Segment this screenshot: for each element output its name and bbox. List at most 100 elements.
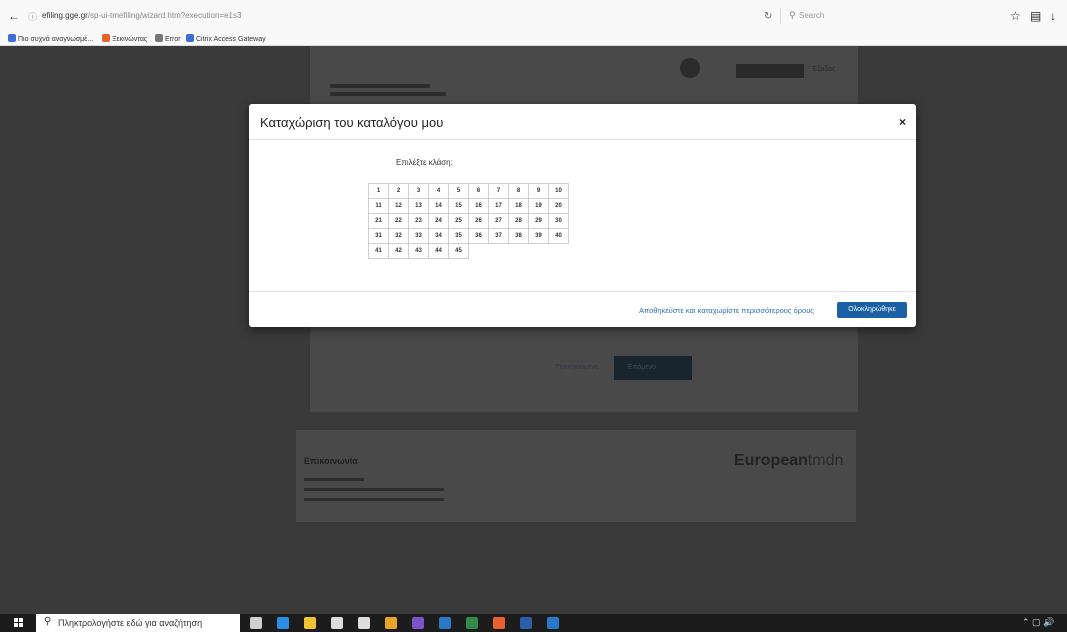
class-cell[interactable]: 29 bbox=[528, 213, 549, 229]
class-cell[interactable]: 19 bbox=[528, 198, 549, 214]
firefox-icon[interactable] bbox=[493, 617, 505, 629]
class-cell[interactable]: 33 bbox=[408, 228, 429, 244]
class-grid: 1 2 3 4 5 6 7 8 9 10 11 12 13 14 15 16 17 18 19 20 21 22 23 24 2… bbox=[368, 183, 578, 259]
class-cell[interactable]: 31 bbox=[368, 228, 389, 244]
chrome-icon[interactable] bbox=[385, 617, 397, 629]
class-cell[interactable]: 27 bbox=[488, 213, 509, 229]
outlook-icon-2[interactable] bbox=[547, 617, 559, 629]
class-cell[interactable]: 37 bbox=[488, 228, 509, 244]
bookmark-getting-started[interactable]: Ξεκινώντας bbox=[102, 34, 147, 43]
taskbar-search-field[interactable]: ⚲ Πληκτρολογήστε εδώ για αναζήτηση bbox=[36, 614, 240, 632]
class-cell[interactable]: 34 bbox=[428, 228, 449, 244]
browser-search-field[interactable]: ⚲ Search bbox=[780, 8, 996, 24]
bookmark-most-visited[interactable]: Πιο συχνά αναγνωσμέ... bbox=[8, 34, 93, 43]
header-button[interactable] bbox=[736, 64, 804, 78]
contact-title: Επικοινωνία bbox=[304, 456, 358, 466]
file-explorer-icon[interactable] bbox=[304, 617, 316, 629]
edge-icon[interactable] bbox=[277, 617, 289, 629]
system-tray-icons[interactable]: ⌃ ▢ 🔊 bbox=[1022, 617, 1054, 628]
class-cell[interactable]: 6 bbox=[468, 183, 489, 199]
word-icon[interactable] bbox=[520, 617, 532, 629]
viber-icon[interactable] bbox=[412, 617, 424, 629]
logo-light: tmdn bbox=[807, 452, 844, 469]
complete-button[interactable]: Ολοκληρώθηκε bbox=[837, 302, 907, 318]
windows-start-icon[interactable] bbox=[14, 618, 24, 628]
excel-icon[interactable] bbox=[466, 617, 478, 629]
class-cell[interactable]: 8 bbox=[508, 183, 529, 199]
class-cell[interactable]: 42 bbox=[388, 243, 409, 259]
class-cell[interactable]: 30 bbox=[548, 213, 569, 229]
url-domain: efiling.gge.gr bbox=[42, 11, 88, 20]
class-cell[interactable]: 43 bbox=[408, 243, 429, 259]
class-cell[interactable]: 45 bbox=[448, 243, 469, 259]
bookmark-label: Error bbox=[165, 36, 181, 43]
class-cell[interactable]: 25 bbox=[448, 213, 469, 229]
save-and-add-more-link[interactable]: Αποθηκεύστε και καταχωρίστε περισσότερου… bbox=[639, 306, 814, 315]
class-cell[interactable]: 44 bbox=[428, 243, 449, 259]
task-view-icon[interactable] bbox=[250, 617, 262, 629]
class-cell[interactable]: 18 bbox=[508, 198, 529, 214]
exit-link[interactable]: Έξοδος bbox=[812, 66, 836, 73]
reload-icon[interactable]: ↻ bbox=[764, 11, 772, 22]
class-cell[interactable]: 1 bbox=[368, 183, 389, 199]
class-cell[interactable]: 5 bbox=[448, 183, 469, 199]
bookmark-star-icon[interactable]: ☆ bbox=[1010, 10, 1021, 22]
store-icon[interactable] bbox=[331, 617, 343, 629]
class-cell[interactable]: 14 bbox=[428, 198, 449, 214]
library-icon[interactable]: ▤ bbox=[1030, 10, 1041, 22]
class-cell[interactable]: 10 bbox=[548, 183, 569, 199]
search-icon: ⚲ bbox=[44, 616, 52, 627]
class-cell[interactable]: 12 bbox=[388, 198, 409, 214]
class-cell[interactable]: 26 bbox=[468, 213, 489, 229]
start-pane bbox=[19, 618, 23, 622]
globe-icon bbox=[155, 34, 163, 42]
class-cell[interactable]: 4 bbox=[428, 183, 449, 199]
class-cell[interactable]: 23 bbox=[408, 213, 429, 229]
class-cell[interactable]: 24 bbox=[428, 213, 449, 229]
class-cell[interactable]: 15 bbox=[448, 198, 469, 214]
class-cell[interactable]: 9 bbox=[528, 183, 549, 199]
european-tmdn-logo: Europeantmdn bbox=[734, 452, 843, 470]
class-cell[interactable]: 38 bbox=[508, 228, 529, 244]
next-button[interactable]: Επόμενο bbox=[614, 356, 692, 380]
class-row: 31 32 33 34 35 36 37 38 39 40 bbox=[368, 228, 578, 244]
class-cell[interactable]: 7 bbox=[488, 183, 509, 199]
outlook-icon[interactable] bbox=[439, 617, 451, 629]
class-row: 11 12 13 14 15 16 17 18 19 20 bbox=[368, 198, 578, 214]
class-cell[interactable]: 13 bbox=[408, 198, 429, 214]
bookmark-label: Citrix Access Gateway bbox=[196, 36, 266, 43]
citrix-icon bbox=[186, 34, 194, 42]
bookmark-label: Ξεκινώντας bbox=[112, 36, 148, 43]
class-cell[interactable]: 41 bbox=[368, 243, 389, 259]
class-cell[interactable]: 35 bbox=[448, 228, 469, 244]
start-pane bbox=[14, 623, 18, 627]
info-icon[interactable]: ⓘ bbox=[28, 10, 37, 23]
previous-link[interactable]: Προηγούμενο bbox=[556, 364, 599, 371]
class-cell[interactable]: 36 bbox=[468, 228, 489, 244]
class-cell[interactable]: 39 bbox=[528, 228, 549, 244]
class-cell[interactable]: 16 bbox=[468, 198, 489, 214]
class-cell[interactable]: 21 bbox=[368, 213, 389, 229]
class-cell[interactable]: 3 bbox=[408, 183, 429, 199]
download-icon[interactable]: ↓ bbox=[1050, 10, 1056, 22]
class-cell[interactable]: 32 bbox=[388, 228, 409, 244]
class-cell[interactable]: 20 bbox=[548, 198, 569, 214]
close-icon[interactable]: × bbox=[899, 115, 906, 129]
class-cell[interactable]: 2 bbox=[388, 183, 409, 199]
class-cell[interactable]: 22 bbox=[388, 213, 409, 229]
browser-search-placeholder: Search bbox=[799, 11, 825, 20]
bookmark-label: Πιο συχνά αναγνωσμέ... bbox=[18, 36, 94, 43]
catalog-modal: Καταχώριση του καταλόγου μου × Επιλέξτε … bbox=[249, 104, 916, 327]
back-icon[interactable]: ← bbox=[8, 10, 20, 22]
bookmark-error[interactable]: Error bbox=[155, 34, 181, 43]
modal-header: Καταχώριση του καταλόγου μου × bbox=[249, 104, 916, 140]
search-icon: ⚲ bbox=[789, 10, 796, 20]
class-cell[interactable]: 11 bbox=[368, 198, 389, 214]
class-cell[interactable]: 28 bbox=[508, 213, 529, 229]
class-cell[interactable]: 40 bbox=[548, 228, 569, 244]
mail-icon[interactable] bbox=[358, 617, 370, 629]
url-field[interactable]: efiling.gge.gr/sp-ui-tmefiling/wizard.ht… bbox=[42, 11, 241, 20]
class-cell[interactable]: 17 bbox=[488, 198, 509, 214]
logo-bold: European bbox=[734, 452, 808, 469]
bookmark-citrix[interactable]: Citrix Access Gateway bbox=[186, 34, 266, 43]
